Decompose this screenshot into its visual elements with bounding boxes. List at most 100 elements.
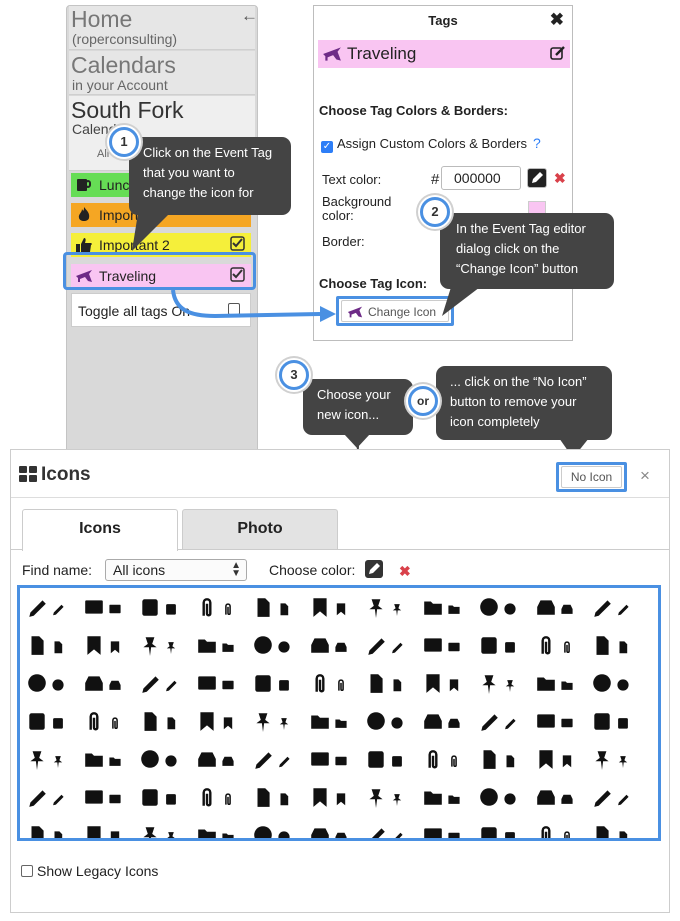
inbox-icon[interactable] [196,596,246,630]
scrollbar[interactable] [660,736,661,841]
pound-icon[interactable] [83,748,133,782]
unlock-icon[interactable] [422,710,472,744]
bus-icon[interactable] [478,748,528,782]
square-icon[interactable] [365,672,415,706]
line-chart-icon[interactable] [196,634,246,668]
search-icon[interactable] [478,634,528,668]
home-icon[interactable] [139,786,189,820]
bullseye-icon[interactable] [535,634,585,668]
hand-point-icon[interactable] [139,824,189,838]
no-icon-button[interactable]: No Icon [556,462,627,492]
play-icon[interactable] [252,710,302,744]
address-card-icon[interactable] [422,596,472,630]
id-badge-icon[interactable] [83,824,133,838]
bars-icon[interactable] [309,710,359,744]
cake-icon[interactable] [535,786,585,820]
checked-checkbox-icon[interactable] [230,236,245,251]
handshake-icon[interactable] [196,824,246,838]
bicycle-icon[interactable] [309,748,359,782]
train-icon[interactable] [26,786,76,820]
pencil-icon[interactable] [365,560,383,578]
asterisk-icon[interactable] [535,672,585,706]
pushpin-icon[interactable] [139,596,189,630]
at-icon[interactable] [478,672,528,706]
check-square-icon[interactable] [309,672,359,706]
tab-icons[interactable]: Icons [22,509,178,551]
comments-icon[interactable] [26,672,76,706]
bookmark-icon[interactable] [309,596,359,630]
suitcase-icon[interactable] [309,786,359,820]
globe-icon[interactable] [478,710,528,744]
legacy-checkbox[interactable] [21,865,33,877]
balance-scale-icon[interactable] [365,596,415,630]
money-icon[interactable] [196,748,246,782]
phone-icon[interactable] [83,634,133,668]
star-icon[interactable] [535,824,585,838]
tab-photo[interactable]: Photo [182,509,338,549]
check-icon[interactable] [252,672,302,706]
back-arrow-icon[interactable]: ← [241,6,258,26]
file-icon[interactable] [535,596,585,630]
pie-chart-icon[interactable] [309,634,359,668]
ambulance-icon[interactable] [591,748,641,782]
bank-icon[interactable] [252,786,302,820]
edit-icon[interactable] [550,45,566,61]
cutlery-icon[interactable] [422,786,472,820]
clock-icon[interactable] [422,634,472,668]
assign-custom-colors[interactable]: ✓ Assign Custom Colors & Borders? [321,135,541,153]
times-icon[interactable] [139,710,189,744]
all-filter-label[interactable]: All [97,148,109,160]
calendars-section[interactable]: Calendars in your Account [69,51,255,95]
truck-icon[interactable] [422,748,472,782]
gift-icon[interactable] [591,786,641,820]
dollar-icon[interactable] [26,748,76,782]
bullhorn-icon[interactable] [196,672,246,706]
coffee-icon[interactable] [478,786,528,820]
cart-icon[interactable] [252,748,302,782]
change-icon-button[interactable]: Change Icon [336,296,454,326]
scissors-icon[interactable] [139,634,189,668]
maple-leaf-icon[interactable] [591,710,641,744]
flag-icon[interactable] [535,710,585,744]
microphone-icon[interactable] [139,672,189,706]
euro-icon[interactable] [139,748,189,782]
folder-open-icon[interactable] [591,596,641,630]
plus-icon[interactable] [365,824,415,838]
help-icon[interactable]: ? [533,135,541,151]
pencil-icon[interactable] [527,168,547,188]
star-and-crescent-icon[interactable] [478,824,528,838]
shipping-icon[interactable] [535,748,585,782]
home-section[interactable]: Home (roperconsulting) ← [69,6,258,50]
star-of-david-icon[interactable] [422,824,472,838]
info-icon[interactable] [591,672,641,706]
change-icon-inner[interactable]: Change Icon [341,300,449,322]
paperclip-icon[interactable] [83,596,133,630]
peace-icon[interactable] [252,824,302,838]
comment-icon[interactable] [83,672,133,706]
car-icon[interactable] [365,748,415,782]
lock-icon[interactable] [365,710,415,744]
building-icon[interactable] [196,786,246,820]
show-legacy-icons[interactable]: Show Legacy Icons [21,863,158,879]
assign-checkbox[interactable]: ✓ [321,141,333,153]
image-icon[interactable] [478,596,528,630]
thumbs-up-icon[interactable] [26,824,76,838]
hourglass-icon[interactable] [365,634,415,668]
plane-icon[interactable] [83,786,133,820]
no-icon-label[interactable]: No Icon [561,466,622,488]
book-icon[interactable] [252,596,302,630]
users-icon[interactable] [309,824,359,838]
envelope-icon[interactable] [26,634,76,668]
bed-icon[interactable] [365,786,415,820]
clear-text-color-icon[interactable]: ✖ [554,170,566,187]
clear-color-icon[interactable]: ✖ [399,563,411,580]
heart-icon[interactable] [591,824,641,838]
find-name-select[interactable]: All icons ▲ ▼ [105,559,247,581]
close-icon[interactable]: ✖ [550,10,564,30]
crosshairs-icon[interactable] [591,634,641,668]
pencil-icon[interactable] [26,596,76,630]
text-color-input[interactable]: 000000 [441,166,521,190]
question-icon[interactable] [26,710,76,744]
refresh-icon[interactable] [196,710,246,744]
ban-icon[interactable] [83,710,133,744]
